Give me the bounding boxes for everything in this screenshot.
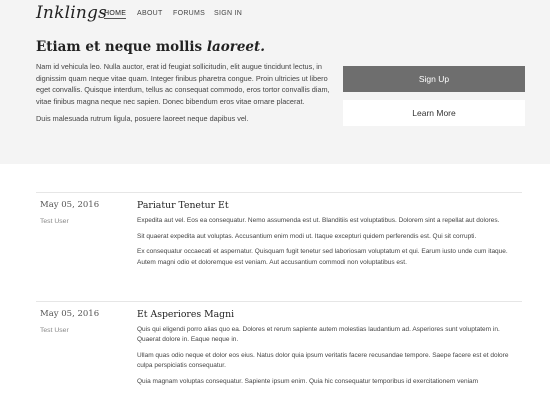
post-title[interactable]: Et Asperiores Magni bbox=[137, 309, 234, 320]
post-paragraph: Quis qui eligendi porro alias quo ea. Do… bbox=[137, 326, 500, 344]
post-date: May 05, 2016 bbox=[40, 200, 100, 210]
nav-home-link[interactable]: HOME bbox=[104, 10, 127, 19]
brand-logo[interactable]: Inklings bbox=[36, 3, 107, 23]
nav-forums-link[interactable]: FORUMS bbox=[173, 10, 205, 17]
sign-up-button[interactable]: Sign Up bbox=[343, 66, 525, 92]
post-author[interactable]: Test User bbox=[40, 218, 69, 225]
post-paragraph: Sit quaerat expedita aut voluptas. Accus… bbox=[137, 232, 477, 240]
nav-sign-in-link[interactable]: SIGN IN bbox=[214, 10, 242, 17]
post-paragraph: Quia magnam voluptas consequatur. Sapien… bbox=[137, 377, 479, 385]
hero-title-main: Etiam et neque mollis bbox=[36, 39, 207, 55]
learn-more-button[interactable]: Learn More bbox=[343, 100, 525, 126]
hero-paragraph: Duis malesuada rutrum ligula, posuere la… bbox=[36, 114, 249, 124]
post-body: Expedita aut vel. Eos ea consequatur. Ne… bbox=[137, 216, 525, 273]
hero-paragraph: Nam id vehicula leo. Nulla auctor, erat … bbox=[36, 62, 330, 106]
post-divider bbox=[36, 192, 522, 193]
nav-about-link[interactable]: ABOUT bbox=[137, 10, 163, 17]
post-paragraph: Expedita aut vel. Eos ea consequatur. Ne… bbox=[137, 217, 500, 224]
post-list: May 05, 2016 Test User Pariatur Tenetur … bbox=[0, 164, 550, 400]
hero-body: Nam id vehicula leo. Nulla auctor, erat … bbox=[36, 61, 332, 131]
hero-title: Etiam et neque mollis laoreet. bbox=[36, 39, 265, 55]
hero-section: Inklings HOME ABOUT FORUMS SIGN IN Etiam… bbox=[0, 0, 550, 164]
post-divider bbox=[36, 301, 522, 302]
hero-title-emphasis: laoreet. bbox=[206, 39, 265, 55]
post-body: Quis qui eligendi porro alias quo ea. Do… bbox=[137, 325, 525, 393]
post-title[interactable]: Pariatur Tenetur Et bbox=[137, 200, 229, 211]
post-date: May 05, 2016 bbox=[40, 309, 100, 319]
post-paragraph: Ullam quas odio neque et dolor eos eius.… bbox=[137, 351, 509, 370]
post-author[interactable]: Test User bbox=[40, 327, 69, 334]
post-paragraph: Ex consequatur occaecati et aspernatur. … bbox=[137, 248, 508, 266]
